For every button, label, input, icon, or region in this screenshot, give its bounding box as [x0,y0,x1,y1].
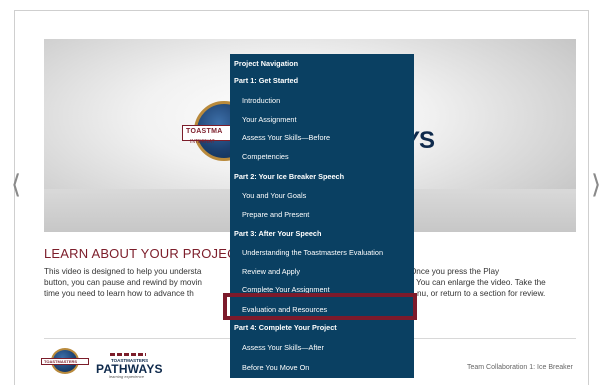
nav-item-your-assignment[interactable]: Your Assignment [242,115,426,124]
nav-item-you-and-your-goals[interactable]: You and Your Goals [242,191,426,200]
pathways-footer-logo: TOASTMASTERS PATHWAYS learning experienc… [96,353,163,379]
nav-heading-part-4: Part 4: Complete Your Project [234,323,337,332]
content-frame-right [588,10,589,385]
previous-slide-arrow-icon[interactable]: ⟨ [11,172,21,198]
next-slide-arrow-icon[interactable]: ⟩ [591,172,601,198]
nav-heading-part-1: Part 1: Get Started [234,76,299,85]
pathways-stripe-icon [110,353,146,356]
content-frame-top [14,10,589,11]
description-line-3-left: time you need to learn how to advance th [44,289,194,298]
toastmasters-logo-text: TOASTMA [186,128,223,135]
toastmasters-logo-subtext: INTERNAT [190,139,215,145]
nav-item-before-you-move-on[interactable]: Before You Move On [242,363,426,372]
nav-heading-part-2: Part 2: Your Ice Breaker Speech [234,172,345,181]
project-navigation-title: Project Navigation [234,59,299,68]
footer-logo-text: TOASTMASTERS [44,359,78,364]
nav-item-prepare-and-present[interactable]: Prepare and Present [242,210,426,219]
nav-item-competencies[interactable]: Competencies [242,152,426,161]
highlight-box [223,293,417,320]
nav-item-review-and-apply[interactable]: Review and Apply [242,267,426,276]
description-line-1-left: This video is designed to help you under… [44,267,202,276]
nav-heading-part-3: Part 3: After Your Speech [234,229,322,238]
description-line-2-left: button, you can pause and rewind by movi… [44,278,202,287]
description-line-2-right: You can enlarge the video. Take the [416,278,546,287]
pathways-logo-sub: learning experience [109,374,144,379]
nav-item-understanding-evaluation[interactable]: Understanding the Toastmasters Evaluatio… [242,248,426,257]
description-line-3-right: nu, or return to a section for review. [417,289,546,298]
nav-item-assess-skills-before[interactable]: Assess Your Skills—Before [242,133,426,142]
project-navigation-menu[interactable]: Project Navigation Part 1: Get Started I… [230,54,414,378]
toastmasters-footer-logo: TOASTMASTERS [36,347,98,375]
nav-item-assess-skills-after[interactable]: Assess Your Skills—After [242,343,426,352]
section-title: LEARN ABOUT YOUR PROJECT [44,246,245,261]
nav-item-introduction[interactable]: Introduction [242,96,426,105]
project-label: Team Collaboration 1: Ice Breaker [467,364,573,371]
